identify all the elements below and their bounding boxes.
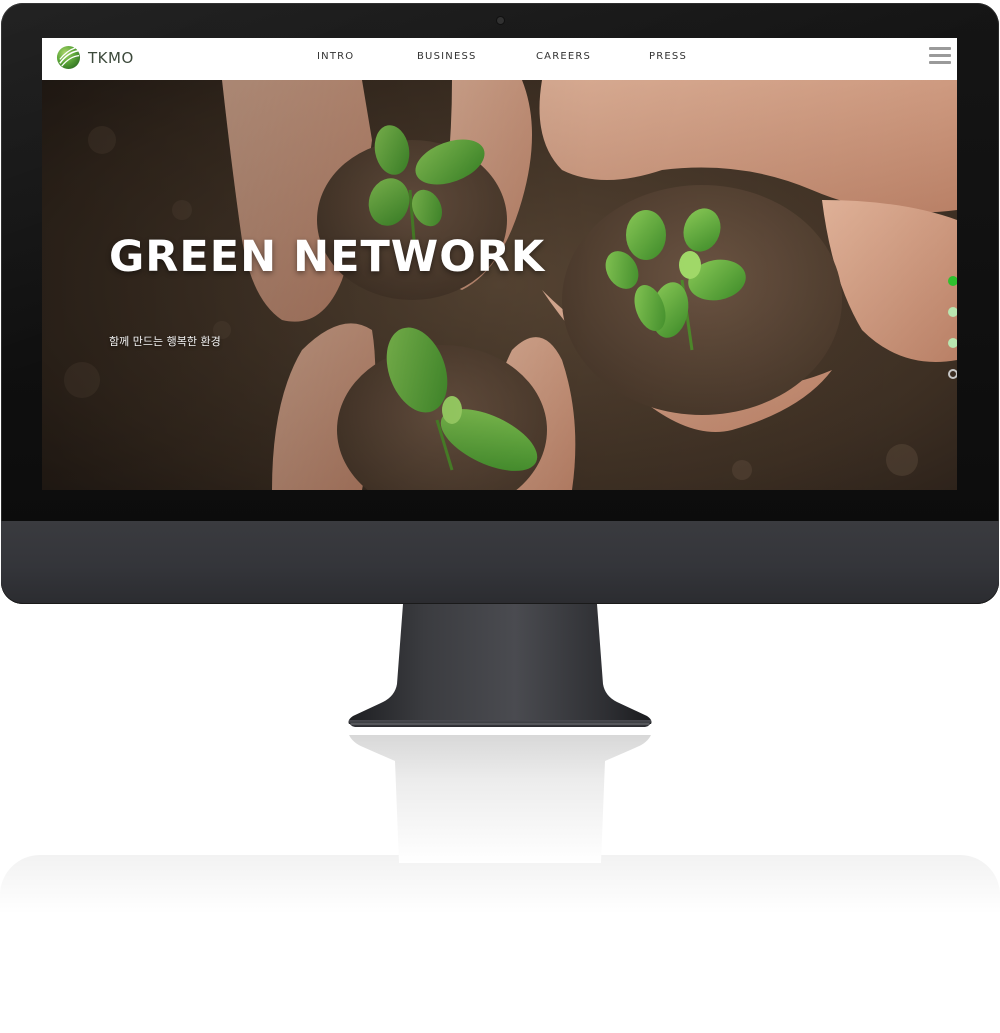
nav-item-business[interactable]: BUSINESS (417, 51, 477, 62)
logo-icon (56, 45, 81, 70)
camera-icon (497, 17, 504, 24)
hero-banner: GREEN NETWORK 함께 만드는 행복한 환경 (42, 80, 957, 490)
nav-item-careers[interactable]: CAREERS (536, 51, 591, 62)
nav-item-intro[interactable]: INTRO (317, 51, 354, 62)
nav-item-press[interactable]: PRESS (649, 51, 687, 62)
hero-title: GREEN NETWORK (109, 232, 546, 282)
stand-reflection (349, 735, 651, 863)
slide-dot-1[interactable] (948, 276, 957, 286)
monitor-mockup: TKMO INTRO BUSINESS CAREERS PRESS GREEN … (0, 0, 1000, 1033)
floor-shadow (0, 855, 1000, 915)
slide-dot-4[interactable] (948, 369, 957, 379)
site-header: TKMO INTRO BUSINESS CAREERS PRESS (42, 38, 957, 80)
logo[interactable]: TKMO (56, 45, 134, 70)
hamburger-icon[interactable] (929, 46, 951, 66)
monitor-chin (1, 521, 999, 604)
screen: TKMO INTRO BUSINESS CAREERS PRESS GREEN … (42, 38, 957, 490)
slide-dot-2[interactable] (948, 307, 957, 317)
monitor-stand (348, 604, 652, 727)
slide-dot-3[interactable] (948, 338, 957, 348)
logo-text: TKMO (88, 48, 134, 67)
hero-subtitle: 함께 만드는 행복한 환경 (109, 335, 221, 348)
hero-image (42, 80, 957, 490)
